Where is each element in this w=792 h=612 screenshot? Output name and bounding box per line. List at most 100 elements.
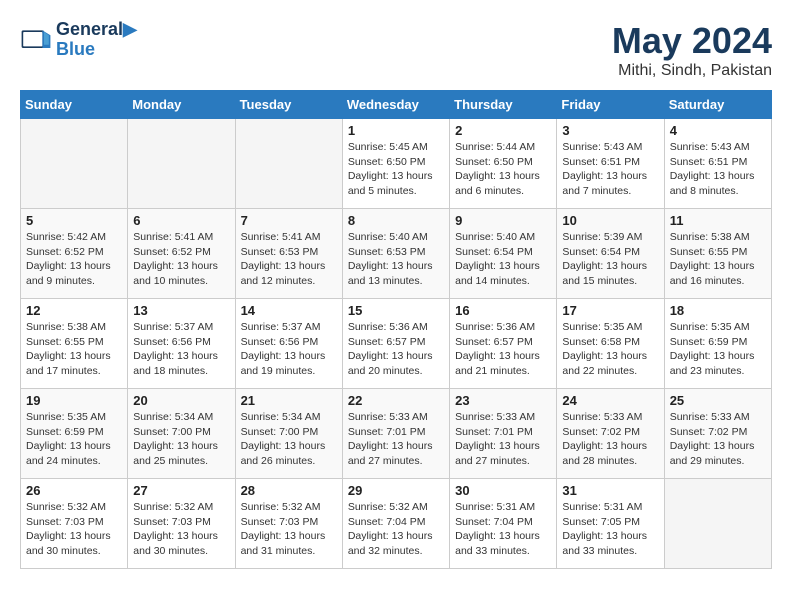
day-number: 5 xyxy=(26,213,122,228)
calendar-week-row: 1Sunrise: 5:45 AM Sunset: 6:50 PM Daylig… xyxy=(21,119,772,209)
day-info: Sunrise: 5:45 AM Sunset: 6:50 PM Dayligh… xyxy=(348,140,444,199)
calendar-cell: 12 Sunrise: 5:38 AM Sunset: 6:55 PM Dayli… xyxy=(21,299,128,389)
logo-text: General▶ Blue xyxy=(56,20,137,60)
calendar-cell: 27Sunrise: 5:32 AM Sunset: 7:03 PM Dayli… xyxy=(128,479,235,569)
day-info: Sunrise: 5:41 AM Sunset: 6:53 PM Dayligh… xyxy=(241,230,337,289)
day-number: 12 xyxy=(26,303,122,318)
calendar-cell: 20 Sunrise: 5:34 AM Sunset: 7:00 PM Dayli… xyxy=(128,389,235,479)
calendar-cell: 28 Sunrise: 5:32 AM Sunset: 7:03 PM Dayli… xyxy=(235,479,342,569)
calendar-cell xyxy=(235,119,342,209)
day-number: 18 xyxy=(670,303,766,318)
day-of-week-header: Wednesday xyxy=(342,91,449,119)
title-block: May 2024 Mithi, Sindh, Pakistan xyxy=(612,20,772,80)
calendar-cell: 26 Sunrise: 5:32 AM Sunset: 7:03 PM Dayli… xyxy=(21,479,128,569)
day-info: Sunrise: 5:32 AM Sunset: 7:03 PM Dayligh… xyxy=(26,500,122,559)
calendar-cell: 22 Sunrise: 5:33 AM Sunset: 7:01 PM Dayli… xyxy=(342,389,449,479)
day-info: Sunrise: 5:44 AM Sunset: 6:50 PM Dayligh… xyxy=(455,140,551,199)
calendar-cell: 25Sunrise: 5:33 AM Sunset: 7:02 PM Dayli… xyxy=(664,389,771,479)
day-number: 10 xyxy=(562,213,658,228)
day-of-week-header: Saturday xyxy=(664,91,771,119)
day-number: 3 xyxy=(562,123,658,138)
day-number: 17 xyxy=(562,303,658,318)
day-number: 8 xyxy=(348,213,444,228)
calendar-cell: 7Sunrise: 5:41 AM Sunset: 6:53 PM Daylig… xyxy=(235,209,342,299)
day-number: 6 xyxy=(133,213,229,228)
calendar-week-row: 19 Sunrise: 5:35 AM Sunset: 6:59 PM Dayli… xyxy=(21,389,772,479)
day-of-week-header: Tuesday xyxy=(235,91,342,119)
calendar-cell: 19 Sunrise: 5:35 AM Sunset: 6:59 PM Dayli… xyxy=(21,389,128,479)
day-info: Sunrise: 5:34 AM Sunset: 7:00 PM Dayligh… xyxy=(241,410,337,469)
day-info: Sunrise: 5:32 AM Sunset: 7:03 PM Dayligh… xyxy=(133,500,229,559)
calendar-cell: 24 Sunrise: 5:33 AM Sunset: 7:02 PM Dayli… xyxy=(557,389,664,479)
day-number: 29 xyxy=(348,483,444,498)
day-info: Sunrise: 5:43 AM Sunset: 6:51 PM Dayligh… xyxy=(670,140,766,199)
calendar-cell: 3 Sunrise: 5:43 AM Sunset: 6:51 PM Daylig… xyxy=(557,119,664,209)
day-number: 28 xyxy=(241,483,337,498)
calendar-cell: 21Sunrise: 5:34 AM Sunset: 7:00 PM Dayli… xyxy=(235,389,342,479)
day-of-week-header: Sunday xyxy=(21,91,128,119)
day-info: Sunrise: 5:31 AM Sunset: 7:04 PM Dayligh… xyxy=(455,500,551,559)
calendar-cell: 2 Sunrise: 5:44 AM Sunset: 6:50 PM Daylig… xyxy=(450,119,557,209)
day-info: Sunrise: 5:41 AM Sunset: 6:52 PM Dayligh… xyxy=(133,230,229,289)
day-info: Sunrise: 5:38 AM Sunset: 6:55 PM Dayligh… xyxy=(26,320,122,379)
logo-icon xyxy=(20,24,52,56)
logo: General▶ Blue xyxy=(20,20,137,60)
day-number: 2 xyxy=(455,123,551,138)
calendar-cell: 15 Sunrise: 5:36 AM Sunset: 6:57 PM Dayli… xyxy=(342,299,449,389)
calendar-cell: 8 Sunrise: 5:40 AM Sunset: 6:53 PM Daylig… xyxy=(342,209,449,299)
day-info: Sunrise: 5:35 AM Sunset: 6:59 PM Dayligh… xyxy=(26,410,122,469)
day-info: Sunrise: 5:33 AM Sunset: 7:01 PM Dayligh… xyxy=(348,410,444,469)
day-info: Sunrise: 5:34 AM Sunset: 7:00 PM Dayligh… xyxy=(133,410,229,469)
day-number: 24 xyxy=(562,393,658,408)
calendar-week-row: 26 Sunrise: 5:32 AM Sunset: 7:03 PM Dayli… xyxy=(21,479,772,569)
day-number: 30 xyxy=(455,483,551,498)
calendar-cell: 29 Sunrise: 5:32 AM Sunset: 7:04 PM Dayli… xyxy=(342,479,449,569)
calendar-cell: 4 Sunrise: 5:43 AM Sunset: 6:51 PM Daylig… xyxy=(664,119,771,209)
day-number: 20 xyxy=(133,393,229,408)
day-info: Sunrise: 5:40 AM Sunset: 6:53 PM Dayligh… xyxy=(348,230,444,289)
day-info: Sunrise: 5:39 AM Sunset: 6:54 PM Dayligh… xyxy=(562,230,658,289)
calendar-cell: 13 Sunrise: 5:37 AM Sunset: 6:56 PM Dayli… xyxy=(128,299,235,389)
calendar-cell: 16Sunrise: 5:36 AM Sunset: 6:57 PM Dayli… xyxy=(450,299,557,389)
calendar-cell: 5 Sunrise: 5:42 AM Sunset: 6:52 PM Daylig… xyxy=(21,209,128,299)
day-of-week-header: Thursday xyxy=(450,91,557,119)
calendar-cell: 14Sunrise: 5:37 AM Sunset: 6:56 PM Dayli… xyxy=(235,299,342,389)
day-number: 9 xyxy=(455,213,551,228)
day-info: Sunrise: 5:32 AM Sunset: 7:03 PM Dayligh… xyxy=(241,500,337,559)
day-of-week-header: Friday xyxy=(557,91,664,119)
location: Mithi, Sindh, Pakistan xyxy=(612,62,772,80)
day-number: 15 xyxy=(348,303,444,318)
calendar-cell xyxy=(664,479,771,569)
day-info: Sunrise: 5:38 AM Sunset: 6:55 PM Dayligh… xyxy=(670,230,766,289)
calendar-table: SundayMondayTuesdayWednesdayThursdayFrid… xyxy=(20,90,772,569)
calendar-cell: 30 Sunrise: 5:31 AM Sunset: 7:04 PM Dayli… xyxy=(450,479,557,569)
day-number: 4 xyxy=(670,123,766,138)
calendar-cell: 17 Sunrise: 5:35 AM Sunset: 6:58 PM Dayli… xyxy=(557,299,664,389)
day-info: Sunrise: 5:33 AM Sunset: 7:02 PM Dayligh… xyxy=(562,410,658,469)
day-number: 23 xyxy=(455,393,551,408)
calendar-cell xyxy=(21,119,128,209)
day-info: Sunrise: 5:37 AM Sunset: 6:56 PM Dayligh… xyxy=(133,320,229,379)
calendar-cell: 10 Sunrise: 5:39 AM Sunset: 6:54 PM Dayli… xyxy=(557,209,664,299)
calendar-week-row: 12 Sunrise: 5:38 AM Sunset: 6:55 PM Dayli… xyxy=(21,299,772,389)
day-info: Sunrise: 5:42 AM Sunset: 6:52 PM Dayligh… xyxy=(26,230,122,289)
day-info: Sunrise: 5:35 AM Sunset: 6:59 PM Dayligh… xyxy=(670,320,766,379)
day-number: 11 xyxy=(670,213,766,228)
calendar-week-row: 5 Sunrise: 5:42 AM Sunset: 6:52 PM Daylig… xyxy=(21,209,772,299)
day-number: 13 xyxy=(133,303,229,318)
day-number: 19 xyxy=(26,393,122,408)
calendar-cell: 18 Sunrise: 5:35 AM Sunset: 6:59 PM Dayli… xyxy=(664,299,771,389)
day-info: Sunrise: 5:43 AM Sunset: 6:51 PM Dayligh… xyxy=(562,140,658,199)
day-info: Sunrise: 5:36 AM Sunset: 6:57 PM Dayligh… xyxy=(348,320,444,379)
day-number: 31 xyxy=(562,483,658,498)
calendar-cell: 6 Sunrise: 5:41 AM Sunset: 6:52 PM Daylig… xyxy=(128,209,235,299)
page-header: General▶ Blue May 2024 Mithi, Sindh, Pak… xyxy=(20,20,772,80)
day-info: Sunrise: 5:33 AM Sunset: 7:01 PM Dayligh… xyxy=(455,410,551,469)
calendar-header-row: SundayMondayTuesdayWednesdayThursdayFrid… xyxy=(21,91,772,119)
day-info: Sunrise: 5:32 AM Sunset: 7:04 PM Dayligh… xyxy=(348,500,444,559)
calendar-cell xyxy=(128,119,235,209)
day-number: 26 xyxy=(26,483,122,498)
day-info: Sunrise: 5:35 AM Sunset: 6:58 PM Dayligh… xyxy=(562,320,658,379)
day-number: 25 xyxy=(670,393,766,408)
day-number: 22 xyxy=(348,393,444,408)
